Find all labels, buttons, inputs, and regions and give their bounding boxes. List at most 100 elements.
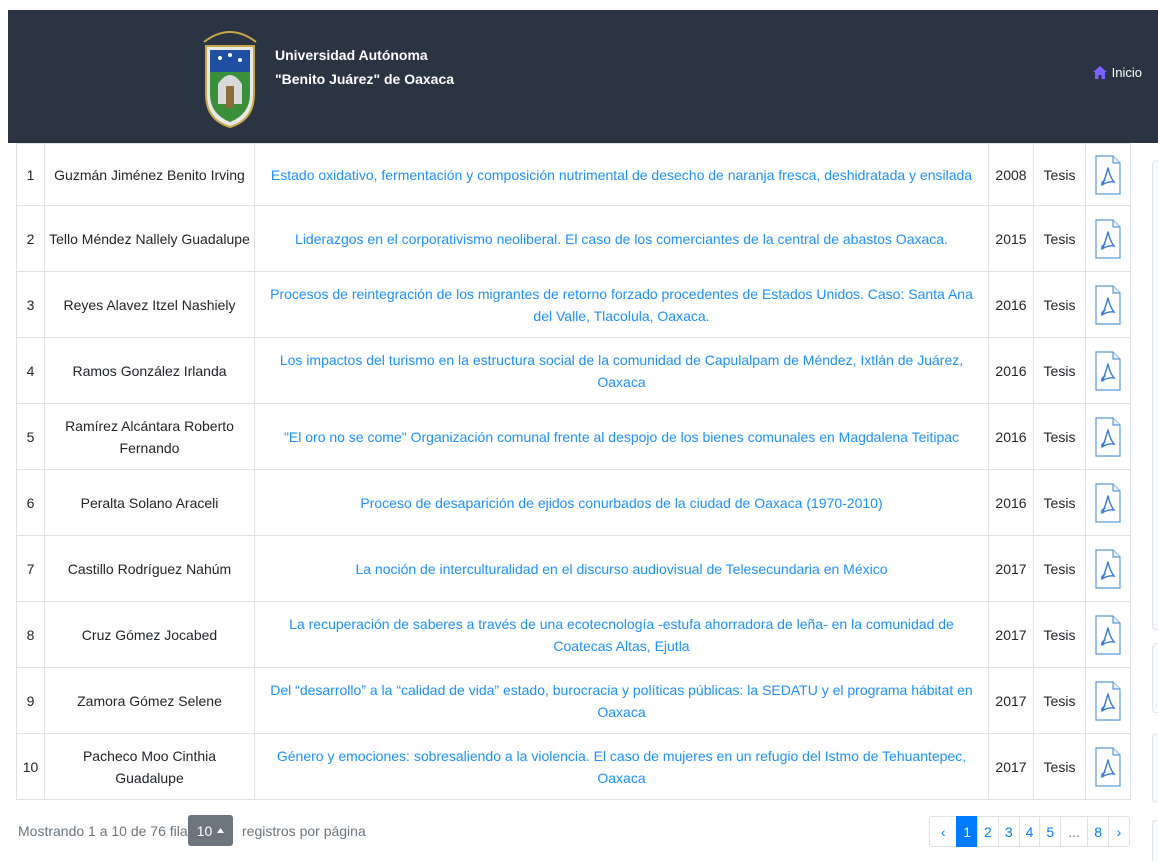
- pagination-page[interactable]: 5: [1039, 816, 1062, 847]
- year-cell: 2017: [988, 733, 1034, 800]
- thesis-title-link[interactable]: Estado oxidativo, fermentación y composi…: [271, 167, 972, 183]
- type-cell-text: Tesis: [1043, 692, 1076, 709]
- pagination-page[interactable]: 8: [1087, 816, 1109, 847]
- row-number: 1: [16, 143, 45, 206]
- thesis-title-link[interactable]: La noción de interculturalidad en el dis…: [355, 561, 887, 577]
- pdf-icon[interactable]: [1095, 284, 1121, 325]
- row-number-text: 8: [26, 626, 35, 643]
- table-row: 9 Zamora Gómez Selene Del “desarrollo” a l…: [16, 667, 1131, 734]
- pdf-icon[interactable]: [1095, 614, 1121, 655]
- pdf-cell: [1085, 337, 1131, 404]
- type-cell-text: Tesis: [1043, 428, 1076, 445]
- thesis-title-link[interactable]: Liderazgos en el corporativismo neoliber…: [295, 231, 948, 247]
- pdf-cell: [1085, 601, 1131, 668]
- thesis-title-cell: La noción de interculturalidad en el dis…: [254, 535, 989, 602]
- pagination-page[interactable]: 1: [956, 816, 979, 847]
- thesis-title-link[interactable]: "El oro no se come" Organización comunal…: [284, 429, 959, 445]
- thesis-title-link[interactable]: La recuperación de saberes a través de u…: [289, 616, 954, 654]
- thesis-title-link[interactable]: Del “desarrollo” a la “calidad de vida” …: [270, 682, 972, 720]
- pdf-icon[interactable]: [1095, 482, 1121, 523]
- type-cell: Tesis: [1033, 403, 1086, 470]
- side-panel-edge: [1152, 160, 1158, 630]
- row-number: 6: [16, 469, 45, 536]
- row-number: 7: [16, 535, 45, 602]
- author-cell: Guzmán Jiménez Benito Irving: [44, 143, 255, 206]
- row-number-text: 3: [26, 296, 35, 313]
- nav-inicio-link[interactable]: Inicio: [1092, 65, 1142, 80]
- page-size-value: 10: [196, 822, 213, 839]
- pagination-summary: Mostrando 1 a 10 de 76 filas: [18, 823, 195, 839]
- table-row: 10 Pacheco Moo Cinthia Guadalupe Género y …: [16, 733, 1131, 800]
- type-cell: Tesis: [1033, 535, 1086, 602]
- type-cell-text: Tesis: [1043, 626, 1076, 643]
- year-cell-text: 2017: [995, 758, 1027, 775]
- brand-title[interactable]: Universidad Autónoma "Benito Juárez" de …: [275, 43, 454, 91]
- table-row: 8 Cruz Gómez Jocabed La recuperación de sa…: [16, 601, 1131, 668]
- table-row: 2 Tello Méndez Nallely Guadalupe Liderazgo…: [16, 205, 1131, 272]
- table-footer: Mostrando 1 a 10 de 76 filas 10 registro…: [16, 812, 1130, 850]
- side-panel-edge: [1152, 643, 1158, 713]
- author-cell-text: Reyes Alavez Itzel Nashiely: [63, 296, 236, 313]
- row-number: 5: [16, 403, 45, 470]
- brand-line-2: "Benito Juárez" de Oaxaca: [275, 71, 455, 87]
- pagination-next[interactable]: ›: [1108, 816, 1130, 847]
- author-cell: Reyes Alavez Itzel Nashiely: [44, 271, 255, 338]
- thesis-title-link[interactable]: Los impactos del turismo en la estructur…: [280, 352, 963, 390]
- author-cell: Peralta Solano Araceli: [44, 469, 255, 536]
- row-number: 4: [16, 337, 45, 404]
- pdf-cell: [1085, 271, 1131, 338]
- author-cell: Tello Méndez Nallely Guadalupe: [44, 205, 255, 272]
- pagination-page[interactable]: 4: [1018, 816, 1041, 847]
- home-icon: [1092, 66, 1107, 79]
- thesis-title-cell: Estado oxidativo, fermentación y composi…: [254, 143, 989, 206]
- row-number-text: 7: [26, 560, 35, 577]
- table-row: 3 Reyes Alavez Itzel Nashiely Procesos de …: [16, 271, 1131, 338]
- row-number: 10: [16, 733, 45, 800]
- year-cell: 2017: [988, 601, 1034, 668]
- pdf-cell: [1085, 535, 1131, 602]
- year-cell-text: 2016: [995, 494, 1027, 511]
- type-cell: Tesis: [1033, 601, 1086, 668]
- pagination-page[interactable]: 3: [997, 816, 1020, 847]
- table-row: 6 Peralta Solano Araceli Proceso de desapa…: [16, 469, 1131, 536]
- year-cell-text: 2008: [995, 166, 1027, 183]
- pagination-page[interactable]: 2: [977, 816, 999, 847]
- page-size-dropdown[interactable]: 10: [188, 815, 233, 846]
- author-cell-text: Guzmán Jiménez Benito Irving: [54, 166, 245, 183]
- thesis-title-cell: Proceso de desaparición de ejidos conurb…: [254, 469, 989, 536]
- caret-up-icon: [217, 828, 225, 833]
- author-cell: Cruz Gómez Jocabed: [44, 601, 255, 668]
- type-cell-text: Tesis: [1043, 230, 1076, 247]
- row-number: 8: [16, 601, 45, 668]
- thesis-title-cell: La recuperación de saberes a través de u…: [254, 601, 989, 668]
- thesis-title-cell: "El oro no se come" Organización comunal…: [254, 403, 989, 470]
- pdf-icon[interactable]: [1095, 350, 1121, 391]
- pdf-icon[interactable]: [1095, 746, 1121, 787]
- year-cell-text: 2015: [995, 230, 1027, 247]
- thesis-title-link[interactable]: Género y emociones: sobresaliendo a la v…: [277, 748, 966, 786]
- row-number: 3: [16, 271, 45, 338]
- author-cell-text: Tello Méndez Nallely Guadalupe: [49, 230, 250, 247]
- type-cell-text: Tesis: [1043, 362, 1076, 379]
- year-cell-text: 2016: [995, 362, 1027, 379]
- type-cell-text: Tesis: [1043, 560, 1076, 577]
- theses-table: 1 Guzmán Jiménez Benito Irving Estado oxid…: [16, 143, 1131, 800]
- pdf-cell: [1085, 403, 1131, 470]
- pdf-icon[interactable]: [1095, 416, 1121, 457]
- table-row: 4 Ramos González Irlanda Los impactos del …: [16, 337, 1131, 404]
- year-cell-text: 2016: [995, 428, 1027, 445]
- pdf-icon[interactable]: [1095, 154, 1121, 195]
- pdf-icon[interactable]: [1095, 218, 1121, 259]
- year-cell-text: 2017: [995, 692, 1027, 709]
- type-cell-text: Tesis: [1043, 296, 1076, 313]
- year-cell: 2016: [988, 337, 1034, 404]
- pdf-icon[interactable]: [1095, 680, 1121, 721]
- thesis-title-cell: Procesos de reintegración de los migrant…: [254, 271, 989, 338]
- pagination-prev[interactable]: ‹: [929, 816, 958, 847]
- thesis-title-link[interactable]: Proceso de desaparición de ejidos conurb…: [360, 495, 882, 511]
- pdf-icon[interactable]: [1095, 548, 1121, 589]
- navbar: Universidad Autónoma "Benito Juárez" de …: [8, 10, 1158, 143]
- author-cell: Ramos González Irlanda: [44, 337, 255, 404]
- row-number-text: 6: [26, 494, 35, 511]
- thesis-title-link[interactable]: Procesos de reintegración de los migrant…: [270, 286, 973, 324]
